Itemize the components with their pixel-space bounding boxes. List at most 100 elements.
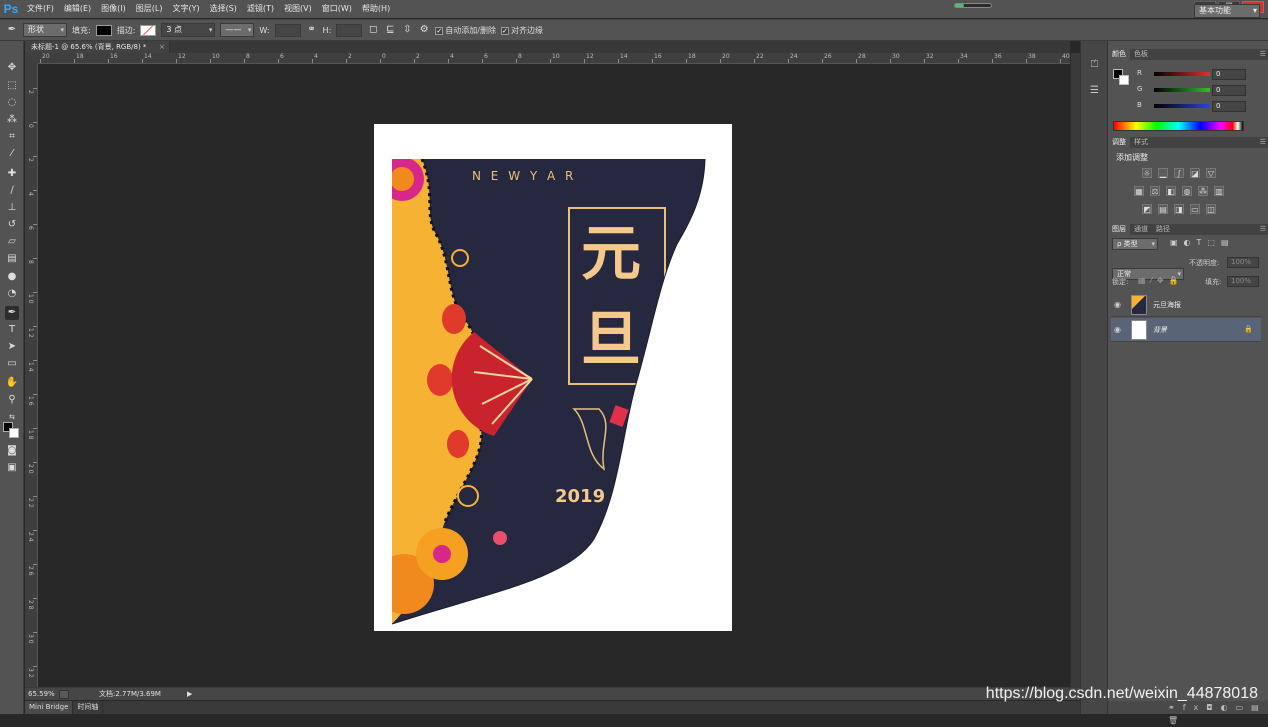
healing-brush-tool-icon[interactable]: ✚ — [5, 167, 19, 181]
pen-tool-icon[interactable]: ✒ — [5, 306, 19, 320]
red-value-field[interactable]: 0 — [1212, 69, 1246, 80]
status-options-icon[interactable] — [59, 690, 69, 699]
menu-type[interactable]: 文字(Y) — [167, 0, 204, 18]
menu-image[interactable]: 图像(I) — [96, 0, 131, 18]
stroke-type-select[interactable]: —— — [220, 23, 255, 37]
pen-tool-preset-icon[interactable]: ✒ — [6, 24, 18, 36]
eye-icon[interactable]: ◉ — [1114, 300, 1121, 309]
clone-stamp-tool-icon[interactable]: ⊥ — [5, 201, 19, 215]
exposure-icon[interactable]: ◪ — [1190, 168, 1200, 178]
channel-mixer-icon[interactable]: ⁂ — [1198, 186, 1208, 196]
fill-field[interactable]: 100% — [1227, 276, 1259, 287]
brush-tool-icon[interactable]: ∕ — [5, 184, 19, 198]
photo-filter-icon[interactable]: ◍ — [1182, 186, 1192, 196]
brightness-icon[interactable]: ☼ — [1142, 168, 1152, 178]
tab-timeline[interactable]: 时间轴 — [73, 701, 104, 714]
tab-mini-bridge[interactable]: Mini Bridge — [25, 701, 74, 714]
status-menu-arrow-icon[interactable]: ▶ — [187, 688, 192, 700]
path-select-tool-icon[interactable]: ➤ — [5, 340, 19, 354]
gradient-tool-icon[interactable]: ▤ — [5, 252, 19, 266]
eraser-tool-icon[interactable]: ▱ — [5, 235, 19, 249]
gear-icon[interactable]: ⚙ — [418, 24, 430, 36]
layer-row-selected[interactable]: ◉ 背景 🔒 — [1111, 318, 1261, 342]
selective-color-icon[interactable]: ◫ — [1206, 204, 1216, 214]
quick-select-tool-icon[interactable]: ⁂ — [5, 113, 19, 127]
menu-select[interactable]: 选择(S) — [205, 0, 242, 18]
path-operations-icon[interactable]: ◻ — [367, 24, 379, 36]
stroke-width-field[interactable]: 3 点 — [161, 23, 216, 37]
zoom-level[interactable]: 65.59% — [28, 688, 55, 700]
green-value-field[interactable]: 0 — [1212, 85, 1246, 96]
zoom-tool-icon[interactable]: ⚲ — [5, 393, 19, 407]
lasso-tool-icon[interactable]: ◌ — [5, 96, 19, 110]
workspace-select[interactable]: 基本功能 — [1194, 4, 1260, 18]
menu-window[interactable]: 窗口(W) — [317, 0, 357, 18]
tab-channels[interactable]: 通道 — [1130, 224, 1152, 235]
ruler-origin[interactable] — [25, 53, 38, 64]
auto-add-delete-checkbox[interactable]: ✓ 自动添加/删除 — [435, 25, 496, 36]
red-slider[interactable] — [1154, 72, 1210, 76]
threshold-icon[interactable]: ◨ — [1174, 204, 1184, 214]
hand-tool-icon[interactable]: ✋ — [5, 376, 19, 390]
hue-saturation-icon[interactable]: ▦ — [1134, 186, 1144, 196]
menu-view[interactable]: 视图(V) — [279, 0, 317, 18]
lock-icons[interactable]: ▦⁄✥🔒 — [1138, 276, 1184, 285]
tab-layers[interactable]: 图层 — [1108, 224, 1130, 235]
color-balance-icon[interactable]: ⚖ — [1150, 186, 1160, 196]
menu-help[interactable]: 帮助(H) — [357, 0, 395, 18]
move-tool-icon[interactable]: ✥ — [5, 61, 19, 75]
levels-icon[interactable]: ▁ — [1158, 168, 1168, 178]
type-tool-icon[interactable]: T — [5, 323, 19, 337]
align-edges-checkbox[interactable]: ✓ 对齐边缘 — [500, 25, 543, 36]
crop-tool-icon[interactable]: ⌗ — [5, 130, 19, 144]
tab-swatches[interactable]: 色板 — [1130, 49, 1152, 60]
vibrance-icon[interactable]: ▽ — [1206, 168, 1216, 178]
color-lookup-icon[interactable]: ▥ — [1214, 186, 1224, 196]
horizontal-ruler[interactable]: 20 18 16 14 12 10 8 6 4 2 0 2 4 6 8 10 12 14 16 18 20 22 24 26 2… — [38, 53, 1070, 64]
panel-menu-icon[interactable]: ☰ — [1260, 49, 1266, 60]
invert-icon[interactable]: ◩ — [1142, 204, 1152, 214]
curves-icon[interactable]: ∫ — [1174, 168, 1184, 178]
tab-styles[interactable]: 样式 — [1130, 137, 1152, 148]
menu-file[interactable]: 文件(F) — [22, 0, 59, 18]
gradient-map-icon[interactable]: ▭ — [1190, 204, 1200, 214]
marquee-tool-icon[interactable]: ⬚ — [5, 79, 19, 93]
green-slider[interactable] — [1154, 88, 1210, 92]
path-alignment-icon[interactable]: ⊑ — [384, 24, 396, 36]
blue-slider[interactable] — [1154, 104, 1210, 108]
properties-panel-icon[interactable]: ☰ — [1088, 84, 1101, 97]
tool-mode-select[interactable]: 形状 — [23, 23, 67, 37]
blue-value-field[interactable]: 0 — [1212, 101, 1246, 112]
blur-tool-icon[interactable]: ● — [5, 270, 19, 284]
fill-swatch[interactable] — [95, 24, 112, 36]
layer-row[interactable]: ◉ 元旦海报 — [1111, 293, 1261, 317]
posterize-icon[interactable]: ▤ — [1158, 204, 1168, 214]
menu-edit[interactable]: 编辑(E) — [59, 0, 96, 18]
close-icon[interactable]: × — [159, 41, 165, 53]
eyedropper-tool-icon[interactable]: ⁄ — [5, 147, 19, 161]
panel-menu-icon[interactable]: ☰ — [1260, 224, 1266, 235]
background-color-swatch[interactable] — [9, 428, 19, 438]
screen-mode-icon[interactable]: ▣ — [5, 461, 19, 475]
menu-layer[interactable]: 图层(L) — [131, 0, 168, 18]
document-tab[interactable]: 未标题-1 @ 65.6% (背景, RGB/8) * × — [25, 41, 170, 53]
width-field[interactable] — [274, 23, 301, 37]
dodge-tool-icon[interactable]: ◔ — [5, 287, 19, 301]
eye-icon[interactable]: ◉ — [1114, 325, 1121, 334]
layer-kind-filter[interactable]: ρ 类型 — [1112, 238, 1158, 250]
document-canvas[interactable]: 元 旦 N E W Y A R 2019 — [374, 124, 732, 631]
quick-mask-icon[interactable]: ◙ — [5, 444, 19, 458]
tab-adjustments[interactable]: 调整 — [1108, 137, 1130, 148]
tab-paths[interactable]: 路径 — [1152, 224, 1174, 235]
canvas-area[interactable]: 元 旦 N E W Y A R 2019 — [38, 64, 1070, 687]
shape-tool-icon[interactable]: ▭ — [5, 357, 19, 371]
path-arrangement-icon[interactable]: ⇳ — [401, 24, 413, 36]
vertical-scrollbar[interactable] — [1070, 53, 1080, 687]
black-white-icon[interactable]: ◧ — [1166, 186, 1176, 196]
history-panel-icon[interactable]: ⏍ — [1088, 58, 1101, 71]
history-brush-tool-icon[interactable]: ↺ — [5, 218, 19, 232]
layer-filter-icons[interactable]: ▣◐T⬚▤ — [1170, 238, 1235, 247]
vertical-ruler[interactable]: 2 0 2 4 6 8 1 0 1 2 1 4 1 6 1 8 2 0 2 2 2 4 2 6 2 8 3 0 3… — [25, 64, 38, 687]
tab-color[interactable]: 颜色 — [1108, 49, 1130, 60]
opacity-field[interactable]: 100% — [1227, 257, 1259, 268]
